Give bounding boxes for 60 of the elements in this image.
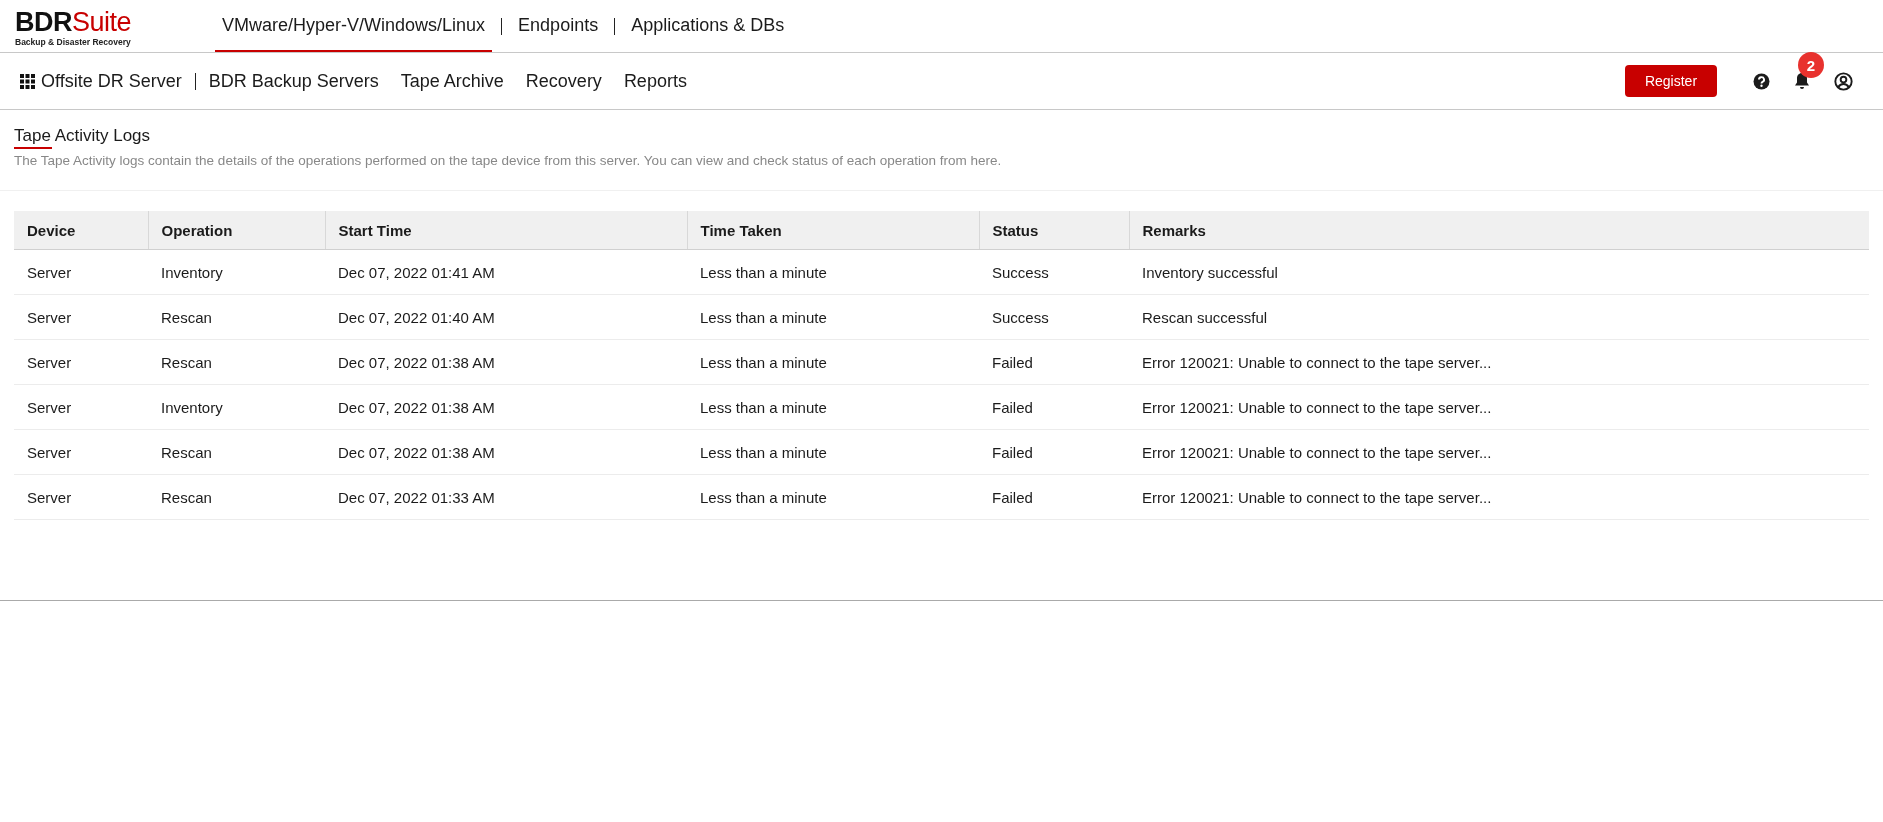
table-cell: Success: [979, 249, 1129, 295]
column-header: Remarks: [1129, 211, 1869, 250]
table-cell: Error 120021: Unable to connect to the tape server...: [1129, 474, 1869, 520]
table-cell: Less than a minute: [687, 339, 979, 385]
apps-grid-icon[interactable]: [20, 73, 35, 89]
table-cell: Dec 07, 2022 01:38 AM: [325, 339, 687, 385]
table-cell: Less than a minute: [687, 384, 979, 430]
column-header: Time Taken: [687, 211, 979, 250]
product-tab[interactable]: VMware/Hyper-V/Windows/Linux: [215, 0, 493, 52]
page-description: The Tape Activity logs contain the details of the operations performed on the tape device from this server. You can view and check status of each operation from here.: [14, 153, 1003, 168]
column-header: Start Time: [325, 211, 687, 250]
bell-icon[interactable]: [1794, 72, 1810, 90]
product-name: Offsite DR Server: [41, 70, 182, 92]
help-icon[interactable]: [1753, 72, 1770, 90]
table-cell: Less than a minute: [687, 249, 979, 295]
table-cell: Inventory: [148, 384, 325, 430]
table-cell: Server: [14, 384, 148, 430]
table-cell: Server: [14, 339, 148, 385]
table-cell: Less than a minute: [687, 474, 979, 520]
table-cell: Dec 07, 2022 01:33 AM: [325, 474, 687, 520]
nav-link[interactable]: BDR Backup Servers: [208, 70, 379, 92]
table-cell: Failed: [979, 339, 1129, 385]
notification-badge: 2: [1798, 52, 1824, 78]
nav-link[interactable]: Tape Archive: [400, 70, 504, 92]
table-cell: Success: [979, 294, 1129, 340]
table-cell: Server: [14, 474, 148, 520]
table-cell: Inventory successful: [1129, 249, 1869, 295]
nav-link[interactable]: Recovery: [525, 70, 602, 92]
register-button[interactable]: Register: [1625, 65, 1717, 97]
page-title: Tape Activity Logs: [14, 126, 151, 149]
product-tab[interactable]: Endpoints: [511, 0, 606, 52]
table-cell: Server: [14, 429, 148, 475]
table-cell: Dec 07, 2022 01:40 AM: [325, 294, 687, 340]
table-cell: Rescan: [148, 429, 325, 475]
table-cell: Error 120021: Unable to connect to the tape server...: [1129, 429, 1869, 475]
table-cell: Server: [14, 294, 148, 340]
table-cell: Dec 07, 2022 01:38 AM: [325, 384, 687, 430]
table-cell: Less than a minute: [687, 429, 979, 475]
table-cell: Rescan: [148, 294, 325, 340]
table-cell: Error 120021: Unable to connect to the tape server...: [1129, 339, 1869, 385]
table-cell: Failed: [979, 384, 1129, 430]
table-cell: Error 120021: Unable to connect to the tape server...: [1129, 384, 1869, 430]
column-header: Operation: [148, 211, 325, 250]
user-icon[interactable]: [1834, 71, 1853, 91]
column-header: Status: [979, 211, 1129, 250]
table-cell: Rescan: [148, 474, 325, 520]
table-cell: Rescan successful: [1129, 294, 1869, 340]
table-cell: Failed: [979, 429, 1129, 475]
table-cell: Rescan: [148, 339, 325, 385]
logo-tagline: Backup & Disaster Recovery: [15, 37, 132, 47]
column-header: Device: [14, 211, 148, 250]
table-cell: Less than a minute: [687, 294, 979, 340]
table-cell: Inventory: [148, 249, 325, 295]
product-tab[interactable]: Applications & DBs: [624, 0, 792, 52]
brand-logo: BDRSuite: [15, 8, 133, 36]
nav-link[interactable]: Reports: [623, 70, 687, 92]
table-cell: Dec 07, 2022 01:38 AM: [325, 429, 687, 475]
table-cell: Dec 07, 2022 01:41 AM: [325, 249, 687, 295]
table-cell: Server: [14, 249, 148, 295]
table-cell: Failed: [979, 474, 1129, 520]
